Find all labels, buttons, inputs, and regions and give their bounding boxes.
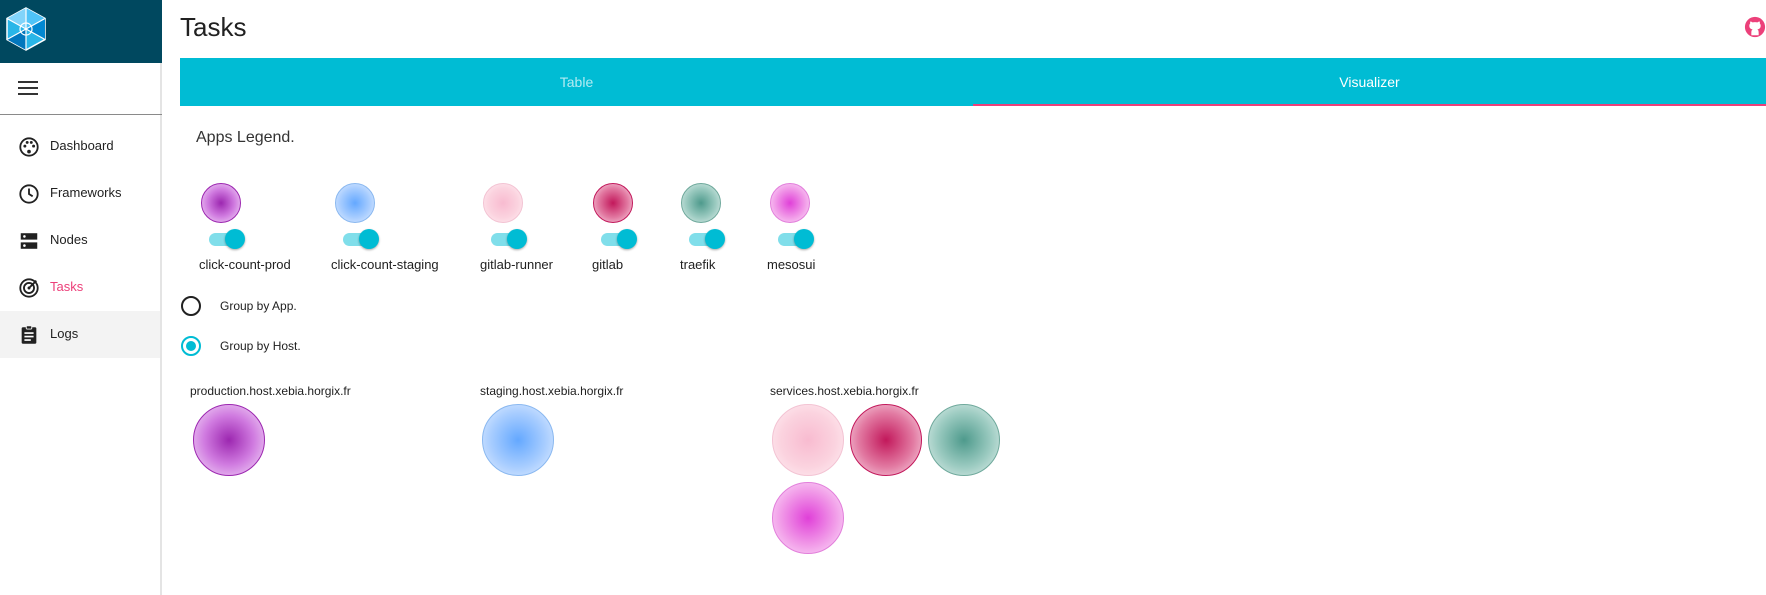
legend-item-label: click-count-staging — [331, 257, 439, 272]
app-color-swatch — [593, 183, 633, 223]
app-color-swatch — [770, 183, 810, 223]
app-visibility-toggle[interactable] — [687, 229, 725, 249]
app-visibility-toggle[interactable] — [341, 229, 379, 249]
app-visibility-toggle[interactable] — [776, 229, 814, 249]
sidebar-item-label: Dashboard — [50, 138, 114, 153]
github-icon[interactable] — [1744, 16, 1766, 38]
legend-item-label: gitlab — [592, 257, 624, 272]
radio-button[interactable] — [181, 336, 201, 356]
task-bubble-click-count-staging[interactable] — [482, 404, 554, 476]
host-label-production: production.host.xebia.horgix.fr — [190, 384, 351, 398]
radio-label: Group by Host. — [220, 339, 301, 353]
task-bubble-gitlab-runner[interactable] — [772, 404, 844, 476]
sidebar-item-frameworks[interactable]: Frameworks — [0, 170, 160, 217]
sidebar-item-nodes[interactable]: Nodes — [0, 217, 160, 264]
host-label-staging: staging.host.xebia.horgix.fr — [480, 384, 624, 398]
dns-icon — [20, 233, 38, 249]
tab-bar: Table Visualizer — [180, 58, 1766, 106]
clock-icon — [19, 184, 39, 204]
sidebar-item-label: Logs — [50, 326, 79, 341]
sidebar-item-label: Nodes — [50, 232, 88, 247]
palette-icon — [19, 137, 39, 157]
legend-item-label: traefik — [680, 257, 716, 272]
tab-indicator — [973, 104, 1766, 106]
app-visibility-toggle[interactable] — [489, 229, 527, 249]
sidebar-item-dashboard[interactable]: Dashboard — [0, 123, 160, 170]
radio-button[interactable] — [181, 296, 201, 316]
app-visibility-toggle[interactable] — [207, 229, 245, 249]
app-color-swatch — [335, 183, 375, 223]
track-changes-icon — [19, 278, 39, 298]
page-title: Tasks — [180, 12, 247, 42]
sidebar: Dashboard Frameworks Nodes Tasks Logs — [0, 0, 162, 595]
tab-visualizer[interactable]: Visualizer — [973, 58, 1766, 106]
tab-table[interactable]: Table — [180, 58, 973, 106]
task-bubble-click-count-prod[interactable] — [193, 404, 265, 476]
app-visibility-toggle[interactable] — [599, 229, 637, 249]
task-bubble-gitlab[interactable] — [850, 404, 922, 476]
app-logo-icon — [6, 7, 46, 51]
app-color-swatch — [483, 183, 523, 223]
app-color-swatch — [201, 183, 241, 223]
radio-label: Group by App. — [220, 299, 297, 313]
menu-toggle-button[interactable] — [0, 63, 162, 115]
legend-item-label: gitlab-runner — [480, 257, 553, 272]
app-color-swatch — [681, 183, 721, 223]
sidebar-item-tasks[interactable]: Tasks — [0, 264, 160, 311]
hamburger-menu-icon — [18, 81, 38, 95]
host-label-services: services.host.xebia.horgix.fr — [770, 384, 919, 398]
logo-bar — [0, 0, 162, 63]
legend-item-label: click-count-prod — [199, 257, 291, 272]
sidebar-item-label: Tasks — [50, 279, 84, 294]
task-bubble-mesosui[interactable] — [772, 482, 844, 554]
sidebar-item-label: Frameworks — [50, 185, 122, 200]
task-bubble-traefik[interactable] — [928, 404, 1000, 476]
legend-title: Apps Legend. — [196, 129, 295, 146]
clipboard-icon — [21, 325, 37, 344]
legend-item-label: mesosui — [767, 257, 816, 272]
sidebar-item-logs[interactable]: Logs — [0, 311, 160, 358]
